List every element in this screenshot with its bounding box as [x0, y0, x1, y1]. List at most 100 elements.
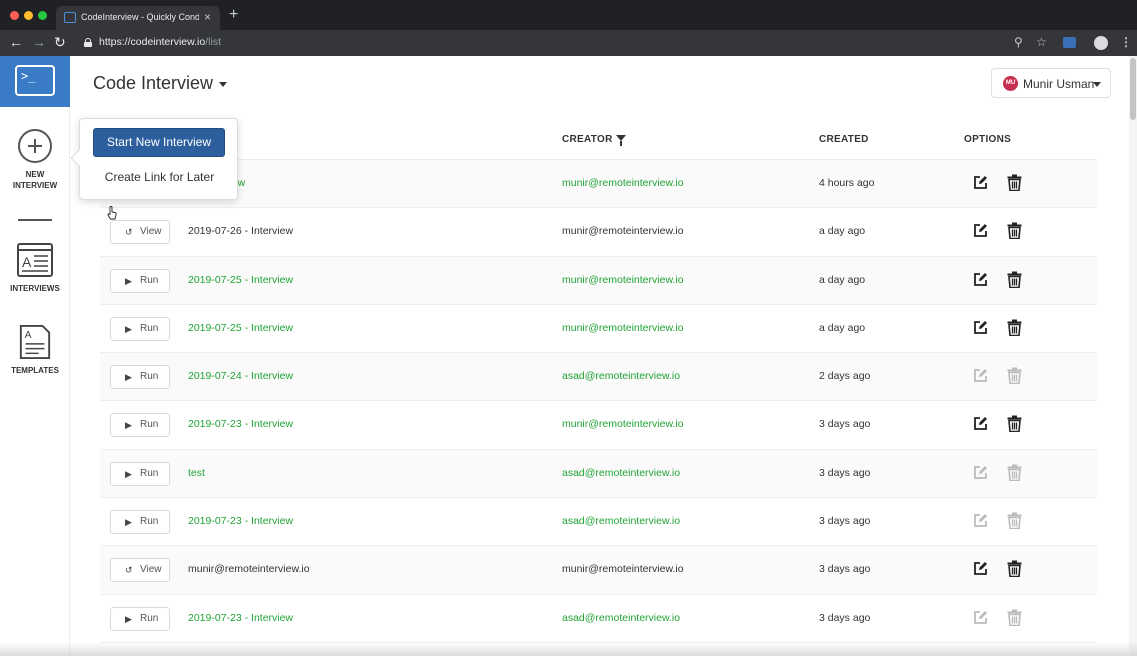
new-interview-popover: Start New Interview Create Link for Late…	[70, 118, 239, 200]
play-icon: ▶	[125, 517, 132, 528]
scrollbar[interactable]	[1129, 56, 1137, 656]
table-row[interactable]: ▶ Run 2019-07-25 - Interview munir@remotein…	[100, 305, 1097, 354]
browser-tab[interactable]: CodeInterview - Quickly Cond ×	[56, 6, 220, 30]
new-interview-label-line2: INTERVIEW	[12, 181, 58, 190]
table-row[interactable]: ▶ Run 2019-07-23 - Interview munir@remotein…	[100, 401, 1097, 450]
lock-icon[interactable]	[84, 38, 92, 47]
action-label: Run	[140, 322, 159, 334]
table-row[interactable]: ↺ View 2019-07-26 - Interview munir@remotei…	[100, 208, 1097, 257]
bottom-fade	[0, 642, 1137, 656]
hand-cursor-icon	[107, 206, 117, 220]
table-row[interactable]: 6 - Interviewmunir@remoteinterview.io4 h…	[100, 160, 1097, 209]
interview-name[interactable]: 2019-07-23 - Interview	[188, 612, 293, 624]
created-time: 4 hours ago	[819, 177, 875, 189]
chevron-down-icon	[219, 81, 228, 87]
trash-icon	[1007, 609, 1022, 626]
extension-icon[interactable]	[1063, 37, 1076, 48]
interview-name: munir@remoteinterview.io	[188, 563, 310, 576]
view-button[interactable]: ↺ View	[110, 558, 170, 583]
created-time: 3 days ago	[819, 611, 871, 624]
avatar: MU	[1003, 76, 1018, 91]
user-menu-button[interactable]: MU Munir Usman	[991, 68, 1111, 98]
action-label: View	[140, 564, 162, 576]
create-link-for-later-button[interactable]: Create Link for Later	[80, 170, 239, 184]
app-root: >_ NEW INTERVIEW A INTERVIEWS A TEMPLATE…	[0, 56, 1137, 656]
trash-icon[interactable]	[1007, 560, 1022, 578]
interview-name[interactable]: 2019-07-23 - Interview	[188, 515, 293, 527]
edit-icon[interactable]	[973, 175, 988, 190]
interview-name[interactable]: test	[188, 467, 205, 479]
edit-icon[interactable]	[973, 223, 988, 238]
edit-icon[interactable]	[973, 272, 988, 287]
star-icon[interactable]: ☆	[1036, 35, 1047, 49]
trash-icon[interactable]	[1007, 319, 1022, 336]
trash-icon[interactable]	[1007, 415, 1022, 433]
interviews-label: INTERVIEWS	[10, 284, 60, 293]
interview-name[interactable]: 2019-07-25 - Interview	[188, 322, 293, 334]
kebab-menu-icon[interactable]: ⋮	[1120, 35, 1132, 49]
close-window-button[interactable]	[10, 11, 19, 20]
tab-close-icon[interactable]: ×	[204, 10, 211, 24]
chevron-down-icon	[1093, 82, 1101, 87]
edit-icon	[974, 514, 987, 527]
run-button[interactable]: ▶ Run	[110, 461, 170, 486]
sidebar-item-templates[interactable]: A TEMPLATES	[0, 325, 70, 377]
column-header-creator[interactable]: CREATOR	[562, 134, 613, 145]
run-button[interactable]: ▶ Run	[110, 606, 170, 631]
trash-icon	[1007, 512, 1022, 530]
zoom-icon[interactable]: ⚲	[1014, 35, 1023, 49]
minimize-window-button[interactable]	[24, 11, 33, 20]
plus-circle-icon	[18, 129, 52, 163]
play-icon: ▶	[125, 275, 132, 286]
scrollbar-thumb[interactable]	[1130, 58, 1136, 120]
table-row[interactable]: ▶ Run 2019-07-23 - Interview asad@remoteint…	[100, 498, 1097, 547]
run-button[interactable]: ▶ Run	[110, 316, 170, 341]
interview-name[interactable]: 2019-07-23 - Interview	[188, 418, 293, 430]
profile-avatar-icon[interactable]	[1094, 36, 1108, 50]
address-bar[interactable]: https://codeinterview.io/list	[99, 36, 221, 48]
favicon-icon	[64, 12, 76, 23]
edit-icon[interactable]	[973, 320, 988, 335]
creator-email: asad@remoteinterview.io	[562, 370, 681, 383]
page-title-dropdown[interactable]: Code Interview	[93, 73, 228, 94]
maximize-window-button[interactable]	[38, 11, 47, 20]
run-button[interactable]: ▶ Run	[110, 413, 170, 438]
forward-arrow-icon[interactable]: →	[32, 34, 46, 50]
edit-icon[interactable]	[973, 416, 988, 431]
action-label: Run	[140, 612, 159, 624]
trash-icon[interactable]	[1007, 174, 1022, 191]
run-button[interactable]: ▶ Run	[110, 268, 170, 293]
filter-icon[interactable]	[616, 135, 626, 146]
new-tab-button[interactable]: +	[229, 6, 238, 24]
table-row[interactable]: ▶ Run test asad@remoteinterview.io 3 days ag…	[100, 449, 1097, 499]
app-logo[interactable]: >_	[0, 56, 70, 107]
run-button[interactable]: ▶ Run	[110, 510, 170, 535]
creator-email: asad@remoteinterview.io	[562, 515, 681, 528]
url-host: https://codeinterview.io	[99, 36, 206, 48]
column-header-options: OPTIONS	[964, 134, 1012, 145]
interview-name[interactable]: 2019-07-24 - Interview	[188, 370, 293, 382]
sidebar-item-new-interview[interactable]: NEW INTERVIEW	[0, 129, 70, 199]
play-icon: ▶	[125, 323, 132, 334]
play-icon: ▶	[125, 420, 132, 431]
table-row[interactable]: ▶ Run 2019-07-23 - Interview asad@remoteint…	[100, 595, 1097, 643]
start-new-interview-button[interactable]: Start New Interview	[93, 128, 225, 157]
creator-email: asad@remoteinterview.io	[562, 611, 681, 624]
table-row[interactable]: ▶ Run 2019-07-25 - Interview munir@remotein…	[100, 256, 1097, 305]
user-name: Munir Usman	[1023, 77, 1095, 91]
table-row[interactable]: ↺ View munir@remoteinterview.io munir@remot…	[100, 546, 1097, 595]
interviews-document-icon: A	[17, 243, 53, 277]
interview-name[interactable]: 2019-07-25 - Interview	[188, 274, 293, 286]
tab-title: CodeInterview - Quickly Cond	[81, 12, 199, 22]
run-button[interactable]: ▶ Run	[110, 365, 170, 390]
trash-icon[interactable]	[1007, 271, 1022, 288]
trash-icon[interactable]	[1007, 222, 1022, 240]
sidebar-item-interviews[interactable]: A INTERVIEWS	[0, 243, 70, 295]
edit-icon[interactable]	[973, 561, 988, 576]
edit-icon	[974, 369, 987, 383]
back-arrow-icon[interactable]: ←	[9, 34, 23, 50]
created-time: 3 days ago	[819, 563, 871, 576]
reload-icon[interactable]: ↻	[54, 34, 66, 50]
view-button[interactable]: ↺ View	[110, 220, 170, 245]
table-row[interactable]: ▶ Run 2019-07-24 - Interview asad@remoteint…	[100, 353, 1097, 402]
